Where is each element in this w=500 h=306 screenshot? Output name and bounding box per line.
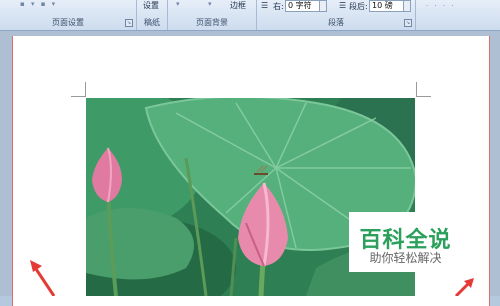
page-border-button[interactable]: 边框 [230, 0, 246, 11]
spacing-after-icon: ☰ [339, 1, 347, 10]
group-title-draft-paper: 稿纸 [144, 18, 160, 27]
ribbon-group-draft-paper: 设置 稿纸 [137, 0, 168, 30]
spacing-after-value: 10 磅 [372, 1, 393, 10]
watermark-subtitle: 助你轻松解决 [369, 251, 442, 265]
spacing-after-input[interactable]: 10 磅 [369, 0, 411, 12]
right-indent-input[interactable]: 0 字符 [285, 0, 327, 12]
page-setup-controls-icon[interactable]: ▪ ▾ ▪ ▾ [20, 0, 57, 8]
group-title-paragraph: 段落 [328, 18, 344, 27]
right-indent-icon: ☰ [261, 1, 269, 10]
right-indent-value: 0 字符 [288, 1, 312, 10]
group-title-page-setup: 页面设置 [52, 18, 84, 27]
paragraph-launcher-icon[interactable]: ↘ [404, 19, 412, 27]
crop-mark-top-right [416, 82, 431, 97]
arrange-controls-icon[interactable]: · · · · [426, 2, 456, 10]
spacing-after-label: 段后: [349, 2, 368, 11]
group-title-page-background: 页面背景 [196, 18, 228, 27]
site-watermark: 百科全说 助你轻松解决 [349, 212, 462, 272]
right-indent-label: 右: [273, 2, 284, 11]
ribbon-group-arrange: · · · · [416, 0, 500, 30]
spacing-after-spinner[interactable] [403, 1, 410, 11]
draft-paper-settings-button[interactable]: 设置 [143, 0, 159, 11]
page-color-icon[interactable]: ▾ [176, 0, 182, 8]
crop-mark-top-left [71, 82, 86, 97]
ribbon-group-page-background: ▾ ▾ 边框 页面背景 [168, 0, 257, 30]
right-indent-spinner[interactable] [319, 1, 326, 11]
ribbon: ▪ ▾ ▪ ▾ 页面设置 ↘ 设置 稿纸 ▾ ▾ 边框 页面背景 ☰ 右: 0 … [0, 0, 500, 31]
ribbon-group-paragraph: ☰ 右: 0 字符 ☰ 段后: 10 磅 段落 ↘ [257, 0, 416, 30]
watermark-icon[interactable]: ▾ [208, 0, 214, 8]
page-setup-launcher-icon[interactable]: ↘ [125, 19, 133, 27]
red-arrow-right-icon [454, 278, 474, 296]
red-arrow-left-icon [30, 260, 56, 296]
ribbon-group-page-setup: ▪ ▾ ▪ ▾ 页面设置 ↘ [0, 0, 137, 30]
